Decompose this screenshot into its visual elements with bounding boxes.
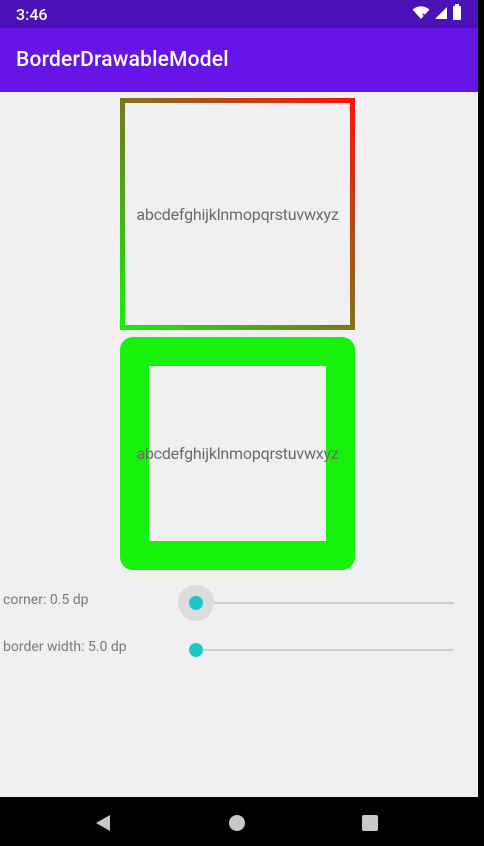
corner-slider-thumb[interactable] bbox=[189, 596, 203, 610]
solid-border-box: abcdefghijklnmopqrstuvwxyz bbox=[120, 337, 355, 570]
wifi-icon bbox=[412, 5, 430, 24]
border-width-slider-track[interactable] bbox=[196, 649, 454, 651]
home-icon[interactable] bbox=[227, 813, 247, 833]
status-bar: 3:46 bbox=[0, 0, 478, 28]
gradient-border-box: abcdefghijklnmopqrstuvwxyz bbox=[120, 98, 355, 330]
navigation-bar bbox=[0, 797, 484, 846]
border-width-slider-row: border width: 5.0 dp bbox=[0, 635, 478, 665]
border-width-slider-label: border width: 5.0 dp bbox=[3, 639, 127, 655]
back-icon[interactable] bbox=[94, 813, 114, 833]
app-bar: BorderDrawableModel bbox=[0, 28, 478, 92]
app-screen: 3:46 BorderDrawableModel abcdefghijklnmo… bbox=[0, 0, 478, 846]
app-title: BorderDrawableModel bbox=[16, 48, 229, 72]
corner-slider-label: corner: 0.5 dp bbox=[3, 592, 89, 608]
recents-icon[interactable] bbox=[360, 813, 380, 833]
corner-slider-track[interactable] bbox=[196, 602, 454, 604]
corner-slider-row: corner: 0.5 dp bbox=[0, 585, 478, 621]
battery-icon bbox=[452, 4, 462, 24]
gradient-box-text: abcdefghijklnmopqrstuvwxyz bbox=[136, 204, 339, 224]
status-icons bbox=[412, 4, 462, 24]
status-time: 3:46 bbox=[16, 4, 48, 24]
solid-box-text: abcdefghijklnmopqrstuvwxyz bbox=[136, 444, 339, 463]
signal-icon bbox=[434, 5, 448, 24]
main-content: abcdefghijklnmopqrstuvwxyz abcdefghijkln… bbox=[0, 92, 478, 797]
border-width-slider-thumb[interactable] bbox=[189, 643, 203, 657]
